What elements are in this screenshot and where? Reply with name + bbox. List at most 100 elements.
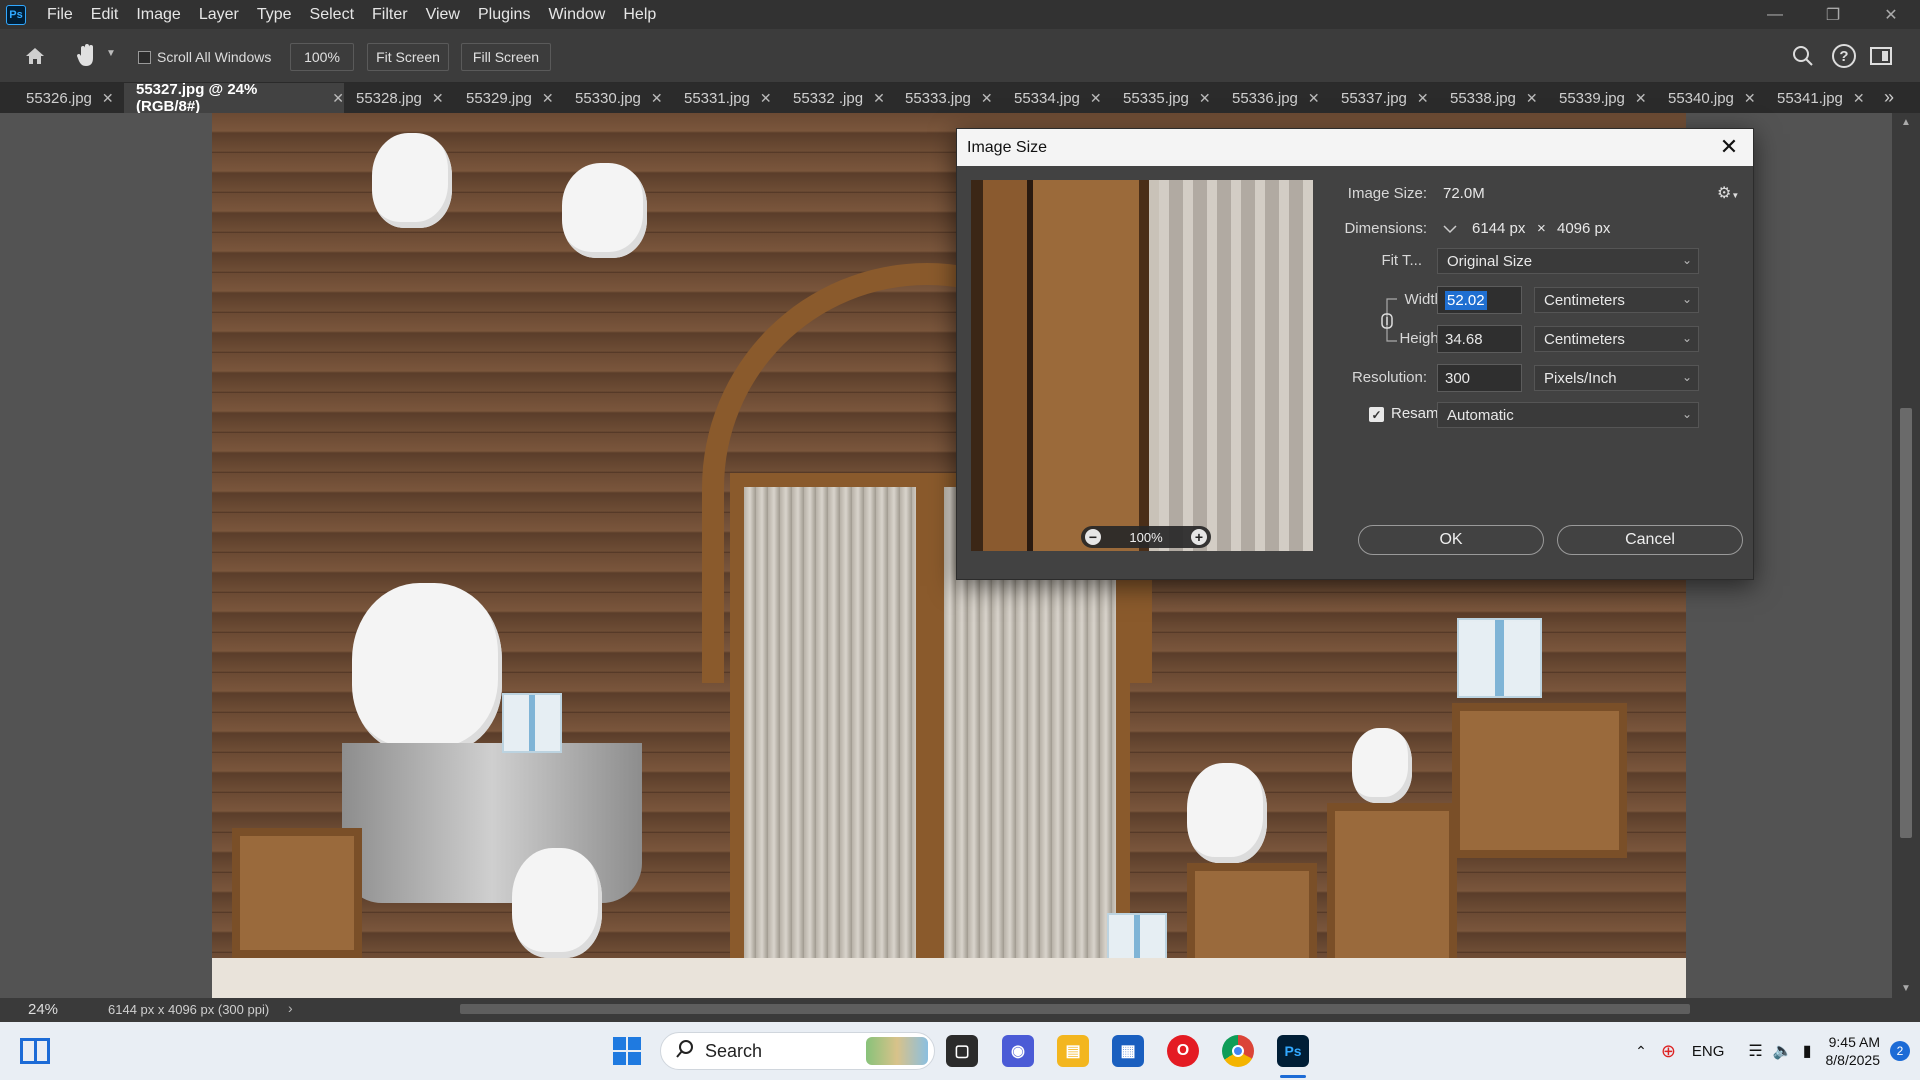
menu-file[interactable]: File	[38, 0, 82, 29]
close-tab-icon[interactable]: ✕	[873, 90, 885, 107]
tab-55332[interactable]: 55332 .jpg ✕	[781, 83, 893, 113]
cancel-button[interactable]: Cancel	[1557, 525, 1743, 555]
teams-chat-icon[interactable]: ◉	[1002, 1035, 1034, 1067]
fit-screen-button[interactable]: Fit Screen	[367, 43, 449, 71]
resolution-unit-dropdown[interactable]: Pixels/Inch ⌄	[1534, 365, 1699, 391]
close-window-icon[interactable]: ✕	[1862, 0, 1920, 29]
notification-badge[interactable]: 2	[1890, 1041, 1910, 1061]
dialog-title-bar[interactable]: Image Size ✕	[957, 129, 1753, 166]
tab-55331[interactable]: 55331.jpg ✕	[672, 83, 781, 113]
hand-tool-icon[interactable]	[74, 42, 100, 70]
close-tab-icon[interactable]: ✕	[981, 90, 993, 107]
close-tab-icon[interactable]: ✕	[102, 90, 114, 107]
opera-browser-icon[interactable]: O	[1167, 1035, 1199, 1067]
close-tab-icon[interactable]: ✕	[1308, 90, 1320, 107]
status-expand-chevron-icon[interactable]: ›	[288, 1000, 293, 1016]
home-icon[interactable]	[22, 43, 48, 69]
close-tab-icon[interactable]: ✕	[1417, 90, 1429, 107]
widgets-icon[interactable]	[20, 1038, 50, 1064]
resample-checkbox[interactable]: ✓	[1369, 407, 1384, 422]
tab-55328[interactable]: 55328.jpg ✕	[344, 83, 454, 113]
close-tab-icon[interactable]: ✕	[1744, 90, 1756, 107]
fill-screen-button[interactable]: Fill Screen	[461, 43, 551, 71]
tab-55329[interactable]: 55329.jpg ✕	[454, 83, 563, 113]
ok-button[interactable]: OK	[1358, 525, 1544, 555]
minimize-icon[interactable]: —	[1746, 0, 1804, 29]
close-tab-icon[interactable]: ✕	[1853, 90, 1865, 107]
menu-help[interactable]: Help	[614, 0, 665, 29]
tab-55341[interactable]: 55341.jpg ✕	[1765, 83, 1880, 113]
close-tab-icon[interactable]: ✕	[1635, 90, 1647, 107]
help-icon[interactable]: ?	[1832, 44, 1856, 68]
close-tab-icon[interactable]: ✕	[332, 90, 344, 107]
height-unit-dropdown[interactable]: Centimeters ⌄	[1534, 326, 1699, 352]
image-preview[interactable]: − 100% +	[971, 180, 1313, 551]
zoom-100-button[interactable]: 100%	[290, 43, 354, 71]
close-tab-icon[interactable]: ✕	[651, 90, 663, 107]
width-unit-dropdown[interactable]: Centimeters ⌄	[1534, 287, 1699, 313]
tab-55326[interactable]: 55326.jpg ✕	[14, 83, 124, 113]
battery-icon[interactable]: ▮	[1803, 1041, 1812, 1061]
tab-55327-active[interactable]: 55327.jpg @ 24% (RGB/8#) ✕	[124, 81, 344, 115]
vertical-scroll-thumb[interactable]	[1900, 408, 1912, 838]
search-icon[interactable]	[1792, 45, 1814, 72]
workspace-icon[interactable]	[1870, 47, 1892, 65]
file-explorer-icon[interactable]: ▤	[1057, 1035, 1089, 1067]
tray-overflow-chevron-icon[interactable]: ⌃	[1635, 1043, 1647, 1060]
chrome-browser-icon[interactable]	[1222, 1035, 1254, 1067]
language-indicator[interactable]: ENG	[1692, 1043, 1725, 1060]
zoom-in-icon[interactable]: +	[1191, 529, 1207, 545]
dimensions-chevron-icon[interactable]	[1441, 220, 1459, 238]
settings-gear-icon[interactable]: ⚙▼	[1717, 183, 1739, 203]
close-tab-icon[interactable]: ✕	[432, 90, 444, 107]
vertical-scrollbar[interactable]: ▲ ▼	[1892, 113, 1920, 998]
menu-view[interactable]: View	[417, 0, 469, 29]
menu-image[interactable]: Image	[127, 0, 189, 29]
scroll-down-icon[interactable]: ▼	[1901, 983, 1911, 994]
zoom-out-icon[interactable]: −	[1085, 529, 1101, 545]
menu-window[interactable]: Window	[539, 0, 614, 29]
tab-55340[interactable]: 55340.jpg ✕	[1656, 83, 1765, 113]
clock[interactable]: 9:45 AM 8/8/2025	[1826, 1033, 1881, 1069]
menu-select[interactable]: Select	[301, 0, 363, 29]
tab-55335[interactable]: 55335.jpg ✕	[1111, 83, 1220, 113]
menu-filter[interactable]: Filter	[363, 0, 417, 29]
menu-edit[interactable]: Edit	[82, 0, 128, 29]
windows-start-icon[interactable]	[612, 1036, 642, 1066]
wifi-icon[interactable]: ☴	[1748, 1041, 1762, 1061]
tab-55333[interactable]: 55333.jpg ✕	[893, 83, 1002, 113]
restore-icon[interactable]: ❐	[1804, 0, 1862, 29]
horizontal-scrollbar[interactable]	[310, 1004, 1890, 1014]
tab-55336[interactable]: 55336.jpg ✕	[1220, 83, 1329, 113]
close-tab-icon[interactable]: ✕	[1526, 90, 1538, 107]
close-tab-icon[interactable]: ✕	[542, 90, 554, 107]
tool-preset-chevron-icon[interactable]: ▼	[106, 48, 116, 59]
tab-55339[interactable]: 55339.jpg ✕	[1547, 83, 1656, 113]
close-icon[interactable]: ✕	[1717, 134, 1741, 159]
scroll-all-windows-checkbox[interactable]: Scroll All Windows	[138, 49, 271, 65]
horizontal-scroll-thumb[interactable]	[460, 1004, 1690, 1014]
scroll-up-icon[interactable]: ▲	[1901, 117, 1911, 128]
close-tab-icon[interactable]: ✕	[1199, 90, 1211, 107]
volume-icon[interactable]: 🔈	[1773, 1041, 1793, 1061]
menu-plugins[interactable]: Plugins	[469, 0, 539, 29]
tab-55337[interactable]: 55337.jpg ✕	[1329, 83, 1438, 113]
width-input[interactable]: 52.02	[1437, 286, 1522, 314]
fit-to-dropdown[interactable]: Original Size ⌄	[1437, 248, 1699, 274]
close-tab-icon[interactable]: ✕	[760, 90, 772, 107]
taskbar-search[interactable]: Search	[660, 1032, 935, 1070]
close-tab-icon[interactable]: ✕	[1090, 90, 1102, 107]
height-input[interactable]: 34.68	[1437, 325, 1522, 353]
resolution-input[interactable]: 300	[1437, 364, 1522, 392]
zoom-level[interactable]: 24%	[28, 1001, 58, 1018]
resample-dropdown[interactable]: Automatic ⌄	[1437, 402, 1699, 428]
vpn-icon[interactable]: ⊕	[1661, 1041, 1676, 1062]
tab-overflow-icon[interactable]: »	[1884, 87, 1894, 108]
menu-layer[interactable]: Layer	[190, 0, 248, 29]
microsoft-store-icon[interactable]: ▦	[1112, 1035, 1144, 1067]
task-view-icon[interactable]: ▢	[946, 1035, 978, 1067]
tab-55334[interactable]: 55334.jpg ✕	[1002, 83, 1111, 113]
photoshop-taskbar-icon[interactable]: Ps	[1277, 1035, 1309, 1067]
checkbox-box[interactable]	[138, 50, 151, 64]
menu-type[interactable]: Type	[248, 0, 301, 29]
